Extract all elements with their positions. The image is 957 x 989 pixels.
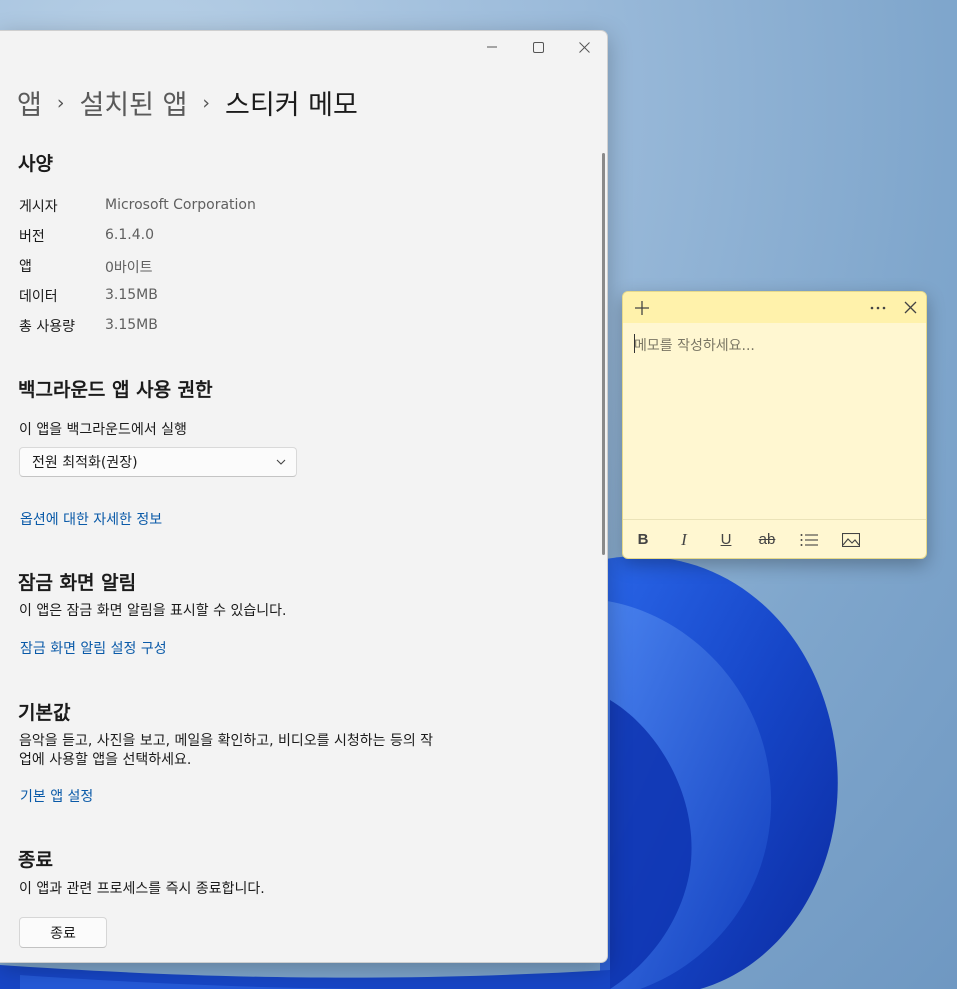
underline-button[interactable]: U <box>708 520 744 558</box>
terminate-description: 이 앱과 관련 프로세스를 즉시 종료합니다. <box>19 881 265 897</box>
maximize-button[interactable] <box>515 31 561 63</box>
bullet-list-button[interactable] <box>791 520 827 558</box>
background-permission-dropdown[interactable]: 전원 최적화(권장) <box>19 447 297 477</box>
close-icon <box>904 301 916 314</box>
breadcrumb-installed-apps[interactable]: 설치된 앱 <box>79 83 187 122</box>
specs-heading: 사양 <box>18 153 53 175</box>
spec-label-version: 버전 <box>19 229 45 245</box>
spec-value-app: 0바이트 <box>105 260 153 276</box>
spec-label-total: 총 사용량 <box>19 319 75 335</box>
maximize-icon <box>532 41 544 53</box>
note-text-area[interactable]: 메모를 작성하세요... <box>634 335 755 355</box>
background-prompt: 이 앱을 백그라운드에서 실행 <box>19 422 187 438</box>
insert-image-button[interactable] <box>833 520 869 558</box>
italic-button[interactable]: I <box>666 520 702 558</box>
settings-window: 앱 › 설치된 앱 › 스티커 메모 사양 게시자 Microsoft Corp… <box>0 30 608 963</box>
spec-label-app: 앱 <box>19 259 32 275</box>
sticky-note-window: 메모를 작성하세요... B I U ab <box>622 291 927 559</box>
terminate-heading: 종료 <box>18 849 53 871</box>
defaults-heading: 기본값 <box>18 702 71 724</box>
sticky-close-button[interactable] <box>895 292 925 323</box>
defaults-description-line1: 음악을 듣고, 사진을 보고, 메일을 확인하고, 비디오를 시청하는 등의 작 <box>19 733 434 749</box>
lockscreen-settings-link[interactable]: 잠금 화면 알림 설정 구성 <box>20 638 167 658</box>
spec-value-total: 3.15MB <box>105 317 158 333</box>
add-icon <box>635 300 649 315</box>
image-icon <box>842 532 860 547</box>
scrollbar-thumb[interactable] <box>602 153 605 555</box>
close-icon <box>578 41 590 53</box>
options-info-link[interactable]: 옵션에 대한 자세한 정보 <box>20 509 162 529</box>
sticky-note-titlebar[interactable] <box>623 292 926 323</box>
more-icon <box>870 306 886 309</box>
spec-label-publisher: 게시자 <box>19 199 58 215</box>
formatting-toolbar: B I U ab <box>623 519 926 558</box>
spec-label-data: 데이터 <box>19 289 58 305</box>
add-note-button[interactable] <box>627 292 657 323</box>
breadcrumb-apps[interactable]: 앱 <box>17 83 42 122</box>
close-button[interactable] <box>561 31 607 63</box>
background-permissions-heading: 백그라운드 앱 사용 권한 <box>18 379 213 401</box>
breadcrumb-current-page: 스티커 메모 <box>225 90 358 121</box>
chevron-down-icon <box>266 459 296 465</box>
defaults-description-line2: 업에 사용할 앱을 선택하세요. <box>19 752 192 768</box>
default-apps-link[interactable]: 기본 앱 설정 <box>20 786 93 806</box>
terminate-button[interactable]: 종료 <box>19 917 107 948</box>
lockscreen-heading: 잠금 화면 알림 <box>18 572 137 594</box>
breadcrumb-separator: › <box>202 91 211 114</box>
minimize-button[interactable] <box>469 31 515 63</box>
bold-button[interactable]: B <box>625 520 661 558</box>
spec-value-version: 6.1.4.0 <box>105 227 154 243</box>
dropdown-selected-value: 전원 최적화(권장) <box>32 455 138 471</box>
breadcrumb: 앱 › 설치된 앱 › 스티커 메모 <box>17 83 358 122</box>
spec-value-data: 3.15MB <box>105 287 158 303</box>
bullet-list-icon <box>800 533 818 546</box>
more-options-button[interactable] <box>863 292 893 323</box>
strikethrough-button[interactable]: ab <box>749 520 785 558</box>
window-controls <box>469 31 607 63</box>
minimize-icon <box>487 46 497 48</box>
spec-value-publisher: Microsoft Corporation <box>105 197 256 213</box>
lockscreen-description: 이 앱은 잠금 화면 알림을 표시할 수 있습니다. <box>19 603 287 619</box>
breadcrumb-separator: › <box>56 91 65 114</box>
